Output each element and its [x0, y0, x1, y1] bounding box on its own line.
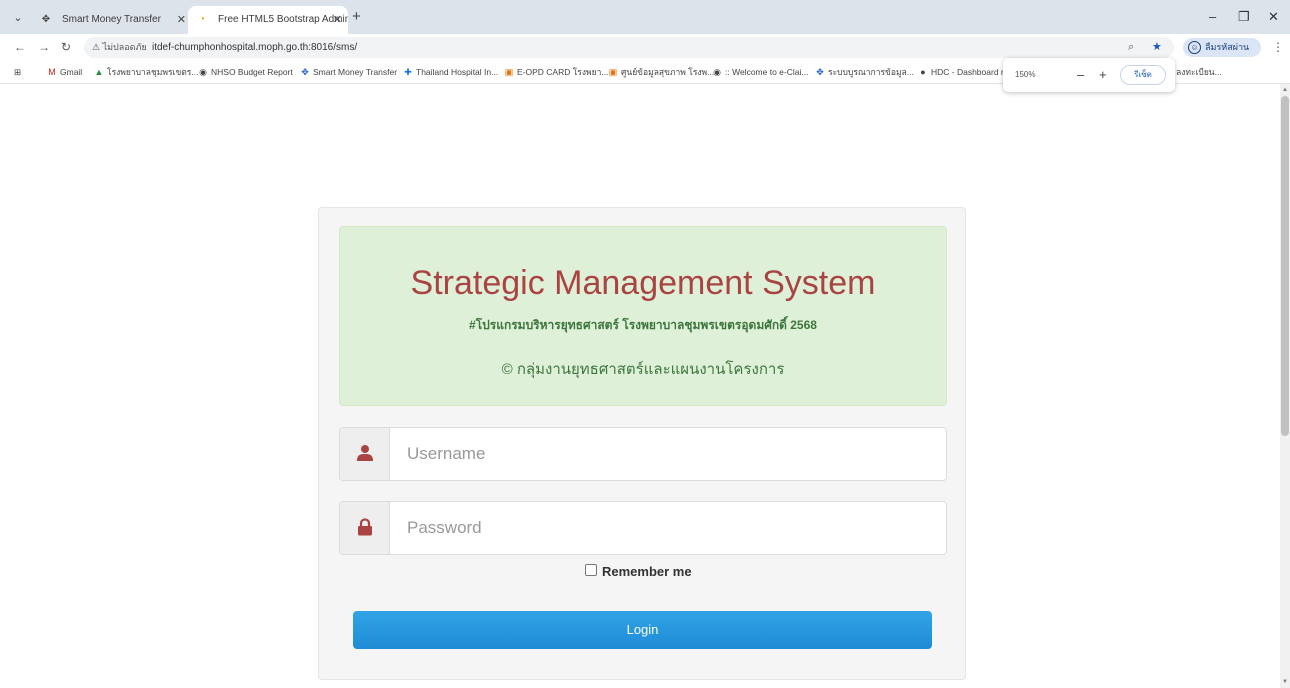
eopd-icon: ▣: [504, 67, 514, 77]
tab-favicon-icon: ◔: [198, 14, 206, 25]
profile-label: ลืมรหัสผ่าน: [1205, 42, 1250, 52]
page-title: Strategic Management System: [410, 264, 876, 302]
network-icon: ✥: [816, 67, 824, 77]
window-close-icon[interactable]: ✕: [1268, 8, 1279, 26]
restore-icon[interactable]: ❐: [1238, 8, 1250, 26]
globe-icon: ◉: [713, 67, 721, 77]
bookmark-label: NHSO Budget Report: [211, 67, 293, 77]
bookmark-registration[interactable]: ลงทะเบียน...: [1176, 60, 1236, 84]
tab-close-icon[interactable]: ✕: [333, 6, 342, 34]
bookmark-eopd-card[interactable]: ▣ E-OPD CARD โรงพยา...: [504, 60, 609, 84]
password-addon: [340, 502, 390, 554]
gmail-icon: M: [48, 67, 56, 77]
avatar-icon: ☺: [1188, 41, 1201, 54]
bookmark-label: ลงทะเบียน...: [1176, 67, 1222, 77]
apps-grid-icon[interactable]: ⊞: [14, 60, 21, 84]
login-panel: Strategic Management System #โปรแกรมบริห…: [318, 207, 966, 680]
zoom-level: 150%: [1015, 70, 1036, 79]
zoom-in-button[interactable]: +: [1099, 58, 1107, 92]
tab-title: Smart Money Transfer: [62, 14, 161, 25]
zoom-icon[interactable]: ⌕: [1128, 37, 1134, 58]
hospital-icon: ✚: [404, 67, 412, 77]
bookmark-integrated-data[interactable]: ✥ ระบบบูรณาการข้อมูล...: [815, 60, 914, 84]
tab-favicon-icon: ✥: [41, 14, 51, 25]
tab-search-chevron-icon[interactable]: ⌄: [8, 8, 28, 28]
username-input[interactable]: [391, 428, 945, 480]
bookmark-label: Thailand Hospital In...: [416, 67, 499, 77]
password-group: [339, 501, 947, 555]
tab-bootstrap-admin[interactable]: ◔ Free HTML5 Bootstrap Admin T ✕: [188, 6, 348, 34]
bookmark-smart-money[interactable]: ✥ Smart Money Transfer: [300, 60, 397, 84]
bookmark-e-claim[interactable]: ◉:: Welcome to e-Clai...: [712, 60, 808, 84]
smart-money-icon: ✥: [301, 67, 309, 77]
bookmark-label: HDC - Dashboard n: [931, 67, 1004, 77]
remember-me-checkbox[interactable]: [585, 564, 597, 576]
user-icon: [357, 445, 373, 461]
bookmark-star-icon[interactable]: ★: [1152, 37, 1162, 58]
bookmark-nhso-budget[interactable]: ◉ NHSO Budget Report: [198, 60, 293, 84]
new-tab-icon[interactable]: +: [352, 8, 361, 26]
scroll-down-icon[interactable]: ▼: [1281, 678, 1289, 686]
bookmark-chumphon-hospital[interactable]: ▲ โรงพยาบาลชุมพรเขตร...: [94, 60, 199, 84]
browser-menu-icon[interactable]: ⋮: [1272, 38, 1284, 56]
remember-me-label[interactable]: Remember me: [602, 564, 692, 580]
lock-icon: [358, 518, 372, 536]
tab-strip: ⌄ ✥ Smart Money Transfer ✕ ◔ Free HTML5 …: [0, 0, 1290, 34]
hdc-icon: ●: [920, 67, 926, 77]
profile-button[interactable]: ☺ ลืมรหัสผ่าน: [1183, 38, 1261, 57]
drive-icon: ▲: [94, 67, 104, 77]
warning-icon: ⚠: [92, 42, 101, 52]
bookmark-label: ศูนย์ข้อมูลสุขภาพ โรงพ...: [621, 67, 715, 77]
tab-close-icon[interactable]: ✕: [177, 6, 186, 34]
globe-icon: ◉: [199, 67, 207, 77]
address-toolbar: ← → ↻ ⚠ ไม่ปลอดภัย itdef-chumphonhospita…: [0, 34, 1290, 60]
health-data-icon: ▣: [608, 67, 618, 77]
login-button[interactable]: Login: [353, 611, 932, 649]
reload-icon[interactable]: ↻: [61, 38, 71, 56]
bookmark-label: Smart Money Transfer: [313, 67, 398, 77]
address-bar[interactable]: ⚠ ไม่ปลอดภัย itdef-chumphonhospital.moph…: [84, 37, 1174, 58]
url-text[interactable]: itdef-chumphonhospital.moph.go.th:8016/s…: [152, 37, 357, 58]
username-addon: [340, 428, 390, 480]
back-icon[interactable]: ←: [14, 38, 26, 56]
scroll-up-icon[interactable]: ▲: [1281, 86, 1289, 94]
security-label: ไม่ปลอดภัย: [102, 42, 147, 52]
zoom-out-button[interactable]: –: [1077, 58, 1084, 92]
minimize-icon[interactable]: –: [1209, 8, 1216, 26]
scroll-thumb[interactable]: [1281, 96, 1289, 436]
zoom-reset-button[interactable]: รีเซ็ต: [1120, 65, 1166, 85]
bookmark-label: โรงพยาบาลชุมพรเขตร...: [107, 67, 199, 77]
program-subtitle: #โปรแกรมบริหารยุทธศาสตร์ โรงพยาบาลชุมพรเ…: [469, 318, 817, 332]
bookmark-label: E-OPD CARD โรงพยา...: [517, 67, 609, 77]
password-input[interactable]: [391, 502, 945, 554]
bookmark-label: :: Welcome to e-Clai...: [725, 67, 809, 77]
bookmark-gmail[interactable]: M Gmail: [47, 60, 82, 84]
bookmark-label: ระบบบูรณาการข้อมูล...: [828, 67, 914, 77]
page-scrollbar[interactable]: ▲ ▼: [1280, 84, 1290, 688]
bookmark-thailand-hospital[interactable]: ✚ Thailand Hospital In...: [403, 60, 498, 84]
tab-smart-money-transfer[interactable]: ✥ Smart Money Transfer ✕: [32, 6, 192, 34]
security-indicator[interactable]: ⚠ ไม่ปลอดภัย: [92, 37, 147, 58]
zoom-popup: 150% – + รีเซ็ต: [1003, 58, 1175, 92]
copyright-text: © กลุ่มงานยุทธศาสตร์และแผนงานโครงการ: [501, 361, 785, 378]
bookmark-label: Gmail: [60, 67, 83, 77]
username-group: [339, 427, 947, 481]
bookmark-health-data[interactable]: ▣ ศูนย์ข้อมูลสุขภาพ โรงพ...: [608, 60, 715, 84]
forward-icon[interactable]: →: [38, 38, 50, 56]
bookmark-hdc-dashboard[interactable]: ● HDC - Dashboard n: [918, 60, 1004, 84]
tab-title: Free HTML5 Bootstrap Admin T: [218, 14, 348, 25]
header-banner: Strategic Management System #โปรแกรมบริห…: [339, 226, 947, 406]
